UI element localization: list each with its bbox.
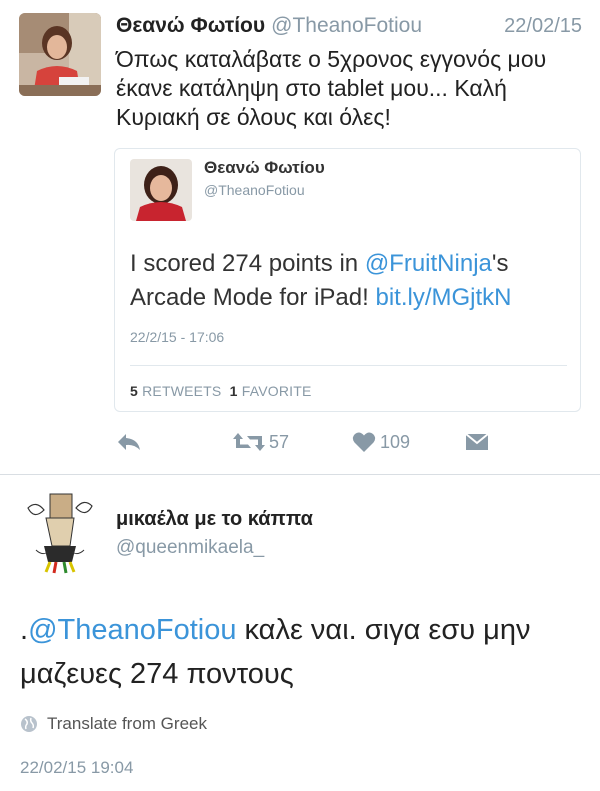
card-divider (130, 365, 567, 366)
reply-author-drawing (22, 490, 98, 574)
reply-mention-link[interactable]: @TheanoFotiou (28, 614, 236, 646)
favorites-label[interactable]: FAVORITE (242, 383, 312, 399)
tweet-date[interactable]: 22/02/15 (504, 15, 582, 38)
quoted-stats: 5 RETWEETS 1 FAVORITE (130, 383, 312, 399)
quoted-text-start: I scored 274 points in (130, 250, 365, 277)
author-name[interactable]: Θεανώ Φωτίου @TheanoFotiou (116, 14, 422, 38)
retweets-count[interactable]: 5 (130, 383, 138, 399)
reply-author-handle[interactable]: @queenmikaela_ (116, 537, 264, 559)
translate-label: Translate from Greek (47, 714, 207, 733)
reply-icon (118, 434, 140, 450)
quoted-tweet-card[interactable]: Θεανώ Φωτίου @TheanoFotiou I scored 274 … (114, 148, 581, 412)
tweet-text: Όπως καταλάβατε ο 5χρονος εγγονός μου έκ… (116, 46, 547, 130)
quoted-author-avatar[interactable] (130, 159, 192, 221)
retweet-icon (233, 433, 265, 451)
retweet-button[interactable]: 57 (232, 429, 289, 455)
envelope-icon (465, 433, 489, 450)
reply-text: .@TheanoFotiou καλε ναι. σιγα εσυ μην μα… (20, 608, 580, 696)
reply-timestamp[interactable]: 22/02/15 19:04 (20, 758, 133, 778)
retweets-label[interactable]: RETWEETS (142, 383, 221, 399)
author-photo (19, 13, 101, 96)
reply-text-prefix: . (20, 614, 29, 646)
quoted-author-photo (130, 159, 192, 221)
like-count: 109 (380, 431, 411, 452)
quoted-author-handle[interactable]: @TheanoFotiou (204, 182, 305, 198)
retweet-count: 57 (269, 431, 290, 452)
message-button[interactable] (465, 429, 489, 455)
reply-author-avatar[interactable] (22, 490, 98, 574)
quoted-author-name[interactable]: Θεανώ Φωτίου (204, 158, 325, 178)
author-handle[interactable]: @TheanoFotiou (271, 14, 422, 37)
favorites-count[interactable]: 1 (230, 383, 238, 399)
heart-icon (352, 432, 376, 452)
like-button[interactable]: 109 (352, 429, 410, 455)
globe-icon (21, 716, 37, 732)
reply-author-name[interactable]: μικαέλα με το κάππα (116, 508, 313, 531)
url-link[interactable]: bit.ly/MGjtkN (375, 284, 511, 311)
quoted-timestamp[interactable]: 22/2/15 - 17:06 (130, 329, 224, 345)
author-avatar[interactable] (19, 13, 101, 96)
mention-link[interactable]: @FruitNinja (365, 250, 492, 277)
author-name-text: Θεανώ Φωτίου (116, 14, 266, 37)
reply-button[interactable] (116, 429, 142, 455)
translate-link[interactable]: Translate from Greek (20, 714, 207, 734)
quoted-tweet-text: I scored 274 points in @FruitNinja's Arc… (130, 247, 570, 315)
tweet-separator (0, 474, 600, 475)
